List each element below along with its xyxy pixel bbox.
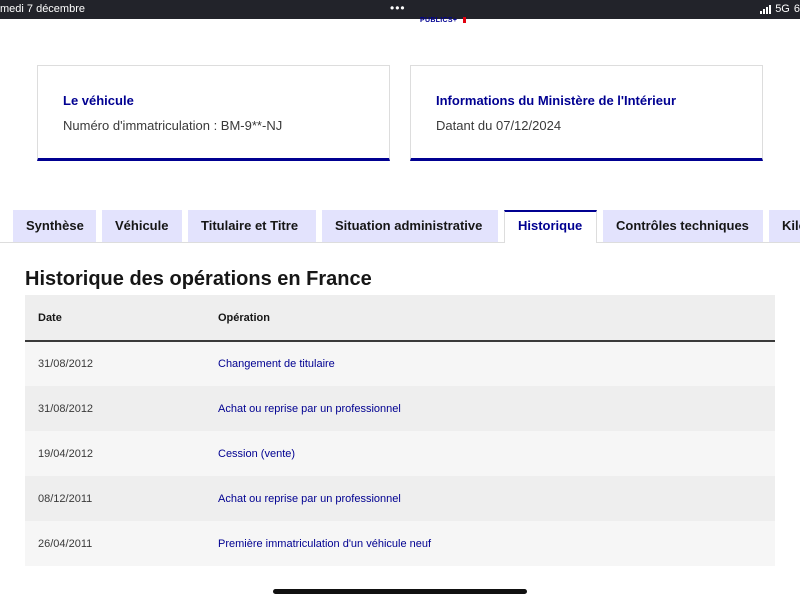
table-row: 19/04/2012 Cession (vente) xyxy=(25,431,775,476)
vehicle-card-title: Le véhicule xyxy=(63,93,134,108)
status-bar: medi 7 décembre ••• 5G 6 xyxy=(0,0,800,19)
history-title: Historique des opérations en France xyxy=(25,268,372,290)
table-row: 31/08/2012 Changement de titulaire xyxy=(25,341,775,386)
table-row: 08/12/2011 Achat ou reprise par un profe… xyxy=(25,476,775,521)
tab-synthese[interactable]: Synthèse xyxy=(13,210,96,242)
row-date: 26/04/2011 xyxy=(38,537,93,550)
history-panel: Historique des opérations en France Date… xyxy=(25,268,775,566)
tab-historique[interactable]: Historique xyxy=(504,210,597,243)
battery-level: 6 xyxy=(793,3,800,15)
logo-flag-icon xyxy=(463,17,467,23)
tab-controles-techniques[interactable]: Contrôles techniques xyxy=(603,210,763,242)
cellular-signal-icon xyxy=(760,4,772,14)
row-operation: Achat ou reprise par un professionnel xyxy=(218,492,401,505)
row-date: 08/12/2011 xyxy=(38,492,93,505)
tab-situation-administrative[interactable]: Situation administrative xyxy=(322,210,498,242)
tab-vehicule[interactable]: Véhicule xyxy=(102,210,182,242)
network-type: 5G xyxy=(775,3,790,15)
tab-bar: Synthèse Véhicule Titulaire et Titre Sit… xyxy=(0,210,800,244)
site-logo[interactable]: PUBLICS+ xyxy=(420,17,467,24)
multitasking-dots-icon[interactable]: ••• xyxy=(390,1,406,15)
tab-kilometrage[interactable]: Kilo xyxy=(769,210,800,242)
row-date: 19/04/2012 xyxy=(38,447,94,460)
row-date: 31/08/2012 xyxy=(38,358,94,370)
data-date: Datant du 07/12/2024 xyxy=(436,118,562,133)
table-row: 31/08/2012 Achat ou reprise par un profe… xyxy=(25,386,775,431)
row-operation: Cession (vente) xyxy=(218,447,296,460)
row-operation: Achat ou reprise par un professionnel xyxy=(218,402,401,415)
row-date: 31/08/2012 xyxy=(38,402,94,415)
tab-titulaire-et-titre[interactable]: Titulaire et Titre xyxy=(188,210,316,242)
logo-text: PUBLICS+ xyxy=(420,17,458,24)
table-row: 26/04/2011 Première immatriculation d'un… xyxy=(25,521,775,566)
ministry-card: Informations du Ministère de l'Intérieur… xyxy=(410,65,763,161)
history-table: Date Opération 31/08/2012 Changement de … xyxy=(25,295,775,566)
vehicle-card: Le véhicule Numéro d'immatriculation : B… xyxy=(37,65,390,161)
table-header-row: Date Opération xyxy=(25,295,775,342)
row-operation: Changement de titulaire xyxy=(218,358,335,370)
ministry-card-title: Informations du Ministère de l'Intérieur xyxy=(436,93,677,108)
column-header-date: Date xyxy=(25,295,205,342)
status-date: medi 7 décembre xyxy=(0,3,85,15)
registration-number: Numéro d'immatriculation : BM-9**-NJ xyxy=(63,118,283,133)
row-operation: Première immatriculation d'un véhicule n… xyxy=(218,537,432,550)
column-header-operation: Opération xyxy=(205,295,775,342)
home-indicator[interactable] xyxy=(273,589,527,594)
status-indicators: 5G 6 xyxy=(760,3,800,15)
